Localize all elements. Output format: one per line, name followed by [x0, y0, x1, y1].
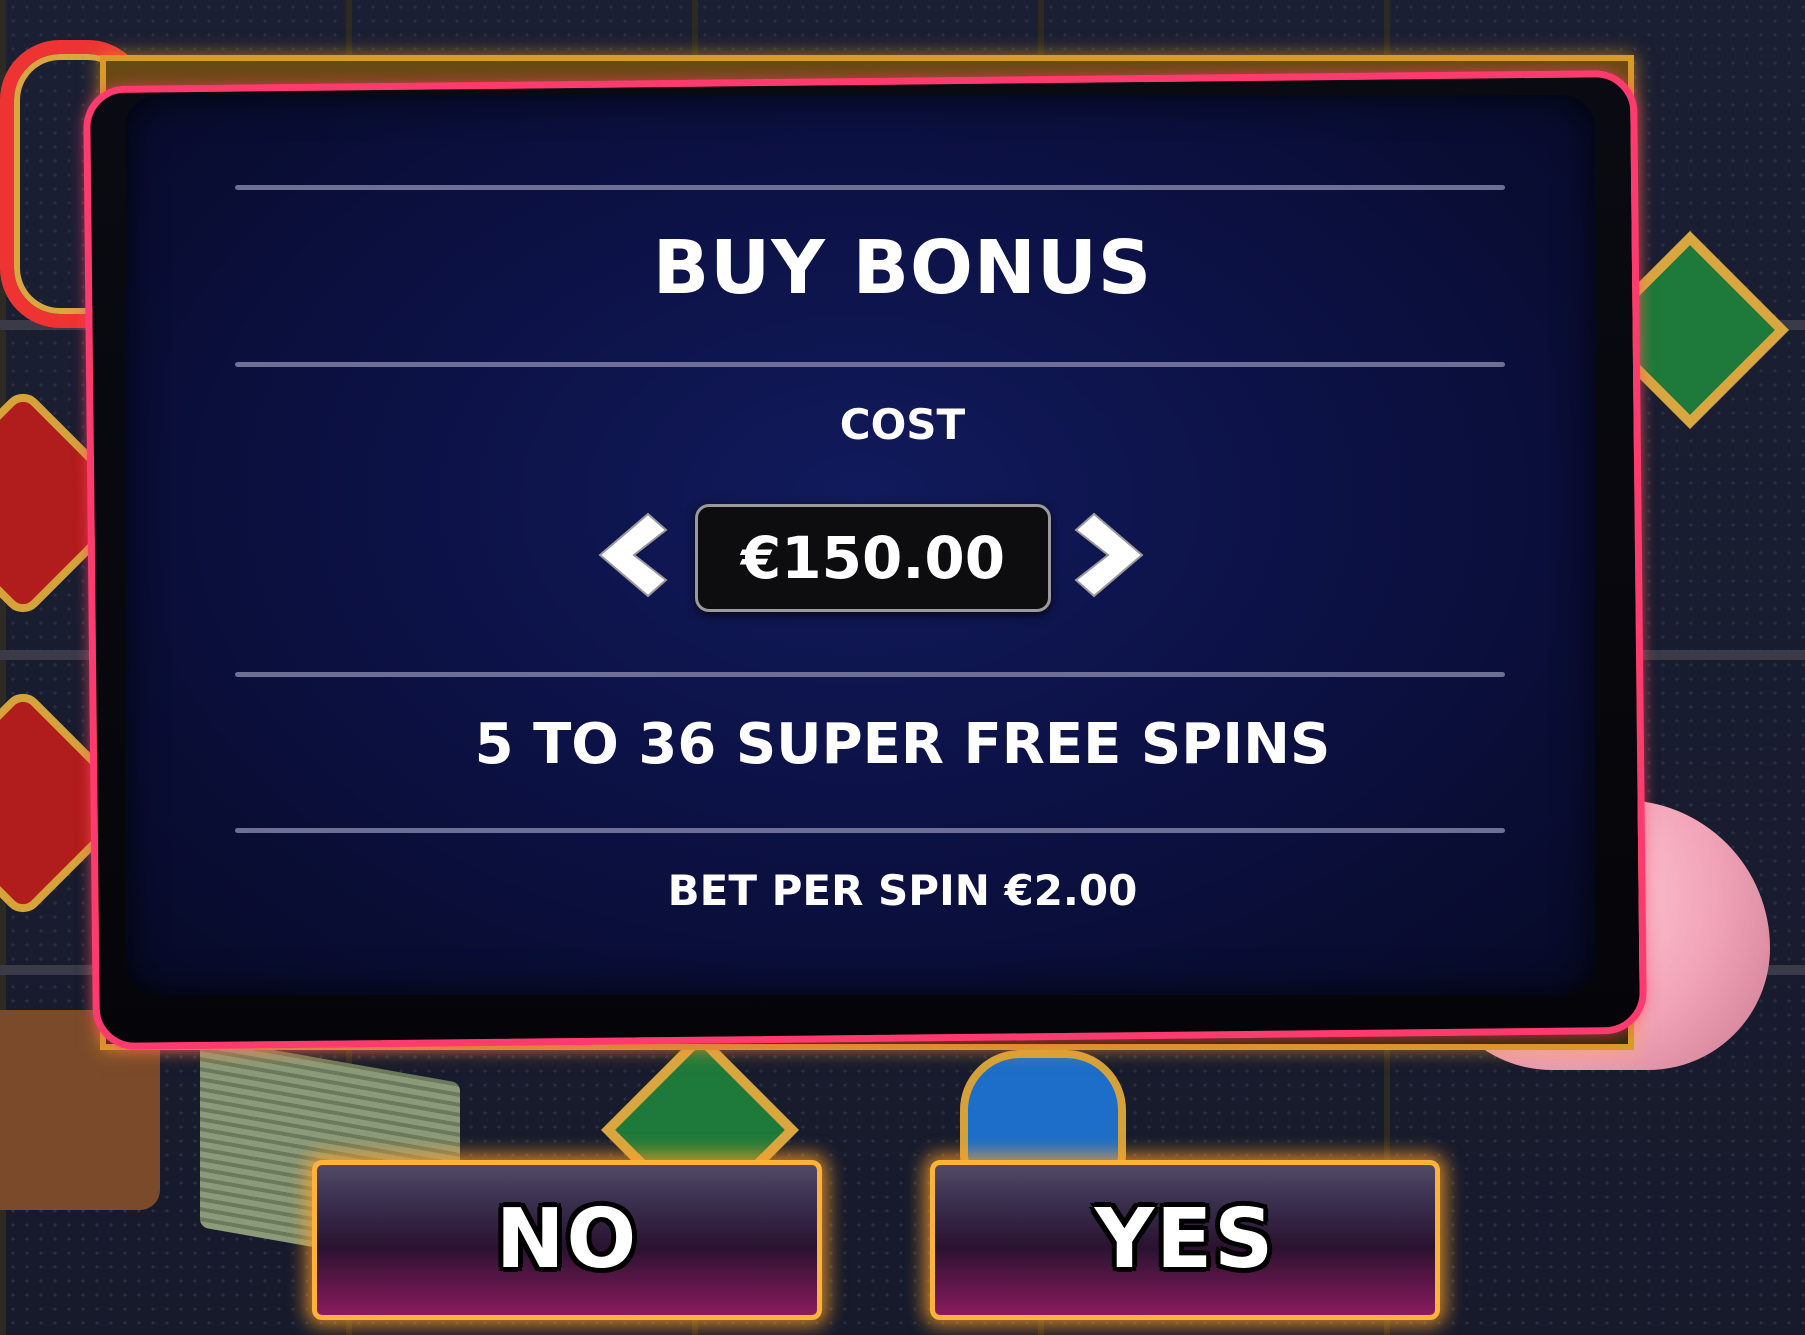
divider — [235, 362, 1505, 367]
free-spins-text: 5 TO 36 SUPER FREE SPINS — [474, 712, 1331, 777]
cost-decrease-button[interactable] — [590, 510, 680, 600]
cost-label: COST — [839, 400, 966, 449]
club-symbol-icon — [960, 1050, 1126, 1176]
yes-button[interactable]: YES — [930, 1160, 1440, 1320]
divider — [235, 185, 1505, 190]
divider — [235, 828, 1505, 833]
bet-per-spin-text: BET PER SPIN €2.00 — [667, 866, 1138, 915]
dialog-title: BUY BONUS — [652, 225, 1153, 311]
divider — [235, 672, 1505, 677]
no-button[interactable]: NO — [312, 1160, 822, 1320]
chevron-right-icon — [1074, 512, 1144, 598]
cost-value: €150.00 — [695, 504, 1051, 612]
chevron-left-icon — [598, 512, 668, 598]
cost-increase-button[interactable] — [1062, 510, 1152, 600]
